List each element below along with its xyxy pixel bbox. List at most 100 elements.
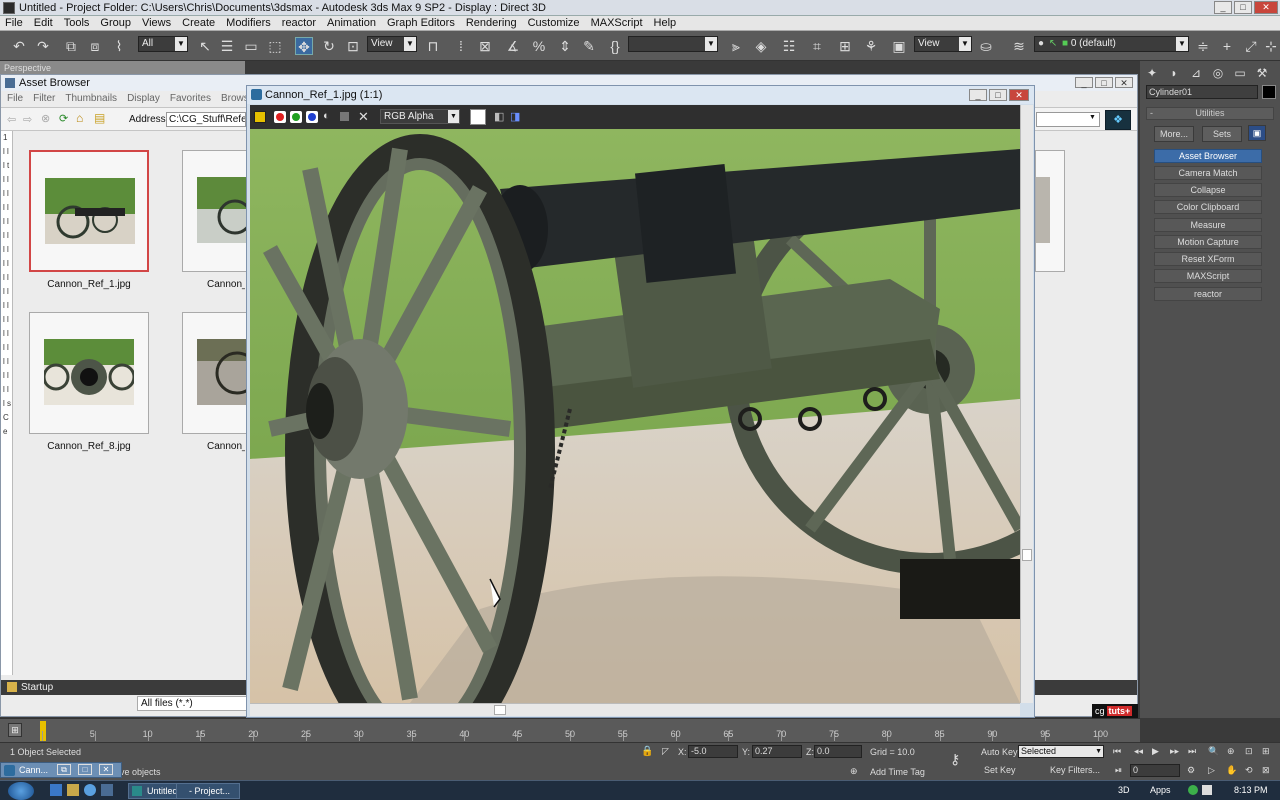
scale-icon[interactable]: ⊡	[344, 37, 362, 55]
undo-icon[interactable]: ↶	[10, 37, 28, 55]
mirror-icon[interactable]: ⫸	[727, 37, 745, 55]
create-layer-icon[interactable]: +	[1218, 37, 1236, 55]
time-slider-handle[interactable]	[40, 721, 46, 741]
display-options-icon[interactable]: ◧	[494, 110, 504, 123]
asset-close-button[interactable]: ✕	[1115, 77, 1133, 88]
file-type-filter[interactable]: All files (*.*)	[137, 696, 247, 711]
thumbnail-cannon-ref-1[interactable]	[29, 150, 149, 272]
stop-icon[interactable]: ⊗	[41, 112, 50, 125]
alpha-channel-icon[interactable]: ◐	[323, 110, 330, 122]
asset-menu-file[interactable]: File	[7, 93, 23, 104]
red-channel-button[interactable]	[274, 111, 286, 123]
object-name-field[interactable]: Cylinder01	[1146, 85, 1258, 99]
select-object-icon[interactable]: ↖	[196, 37, 214, 55]
save-image-icon[interactable]	[254, 111, 266, 123]
y-coordinate-field[interactable]: 0.27	[752, 745, 802, 758]
menu-maxscript[interactable]: MAXScript	[591, 17, 643, 29]
sets-button[interactable]: Sets	[1202, 126, 1242, 142]
menu-customize[interactable]: Customize	[528, 17, 580, 29]
reset-xform-button[interactable]: Reset XForm	[1154, 252, 1262, 266]
quick-render-icon[interactable]: ⛀	[977, 37, 995, 55]
mono-icon[interactable]	[340, 112, 349, 121]
horizontal-scrollbar[interactable]	[250, 703, 1020, 716]
previous-frame-icon[interactable]: ◂◂	[1134, 746, 1143, 757]
asset-minimize-button[interactable]: _	[1075, 77, 1093, 88]
rotate-icon[interactable]: ↻	[320, 37, 338, 55]
menu-edit[interactable]: Edit	[34, 17, 53, 29]
more-button[interactable]: More...	[1154, 126, 1194, 142]
viewport-label[interactable]: Perspective	[0, 61, 245, 75]
zoom-extents-all-icon[interactable]: ⊞	[1262, 746, 1270, 757]
clear-icon[interactable]: ✕	[358, 109, 369, 125]
app-icon[interactable]	[3, 1, 15, 14]
asset-maximize-button[interactable]: □	[1095, 77, 1113, 88]
named-selection-icon[interactable]: {}	[606, 37, 624, 55]
maximize-viewport-icon[interactable]: ⊠	[1262, 765, 1270, 776]
add-layer-icon[interactable]: ≑	[1194, 37, 1212, 55]
time-tag-icon[interactable]: ⊕	[850, 766, 858, 777]
thumbnail-cannon-v[interactable]	[182, 312, 247, 434]
asset-menu-thumbnails[interactable]: Thumbnails	[65, 93, 117, 104]
camera-match-button[interactable]: Camera Match	[1154, 166, 1262, 180]
color-clipboard-button[interactable]: Color Clipboard	[1154, 200, 1262, 214]
asset-browser-utility-button[interactable]: Asset Browser	[1154, 149, 1262, 163]
thumbnail-cannon-ref-2[interactable]	[182, 150, 247, 272]
green-channel-button[interactable]	[290, 111, 302, 123]
x-coordinate-field[interactable]: -5.0	[688, 745, 738, 758]
select-by-name-icon[interactable]: ☰	[218, 37, 236, 55]
explorer-icon[interactable]	[67, 784, 79, 796]
render-area-dropdown[interactable]: View ▼	[914, 36, 972, 52]
asset-menu-display[interactable]: Display	[127, 93, 160, 104]
object-color-swatch[interactable]	[1262, 85, 1276, 99]
selection-filter-dropdown[interactable]: All ▼	[138, 36, 188, 52]
tray-3d-label[interactable]: 3D	[1118, 785, 1130, 795]
tray-apps-label[interactable]: Apps	[1150, 785, 1171, 795]
show-desktop-icon[interactable]	[50, 784, 62, 796]
snap-toggle-icon[interactable]: ⊠	[476, 37, 494, 55]
add-time-tag-button[interactable]: Add Time Tag	[870, 767, 925, 777]
scroll-thumb[interactable]	[494, 705, 506, 715]
move-to-layer-icon[interactable]: ⤢	[1242, 37, 1260, 55]
restore-icon[interactable]: ⧉	[57, 764, 71, 775]
reactor-button[interactable]: reactor	[1154, 287, 1262, 301]
asset-menu-filter[interactable]: Filter	[33, 93, 55, 104]
media-icon[interactable]	[101, 784, 113, 796]
curve-editor-icon[interactable]: ⌗	[808, 37, 826, 55]
edit-named-selections-icon[interactable]: ✎	[580, 37, 598, 55]
zoom-icon[interactable]: 🔍	[1208, 746, 1219, 757]
minimized-window[interactable]: Cann... ⧉ □ ✕	[0, 762, 122, 778]
spinner-snap-icon[interactable]: ⇕	[556, 37, 574, 55]
maxscript-button[interactable]: MAXScript	[1154, 269, 1262, 283]
viewer-close-button[interactable]: ✕	[1009, 89, 1029, 101]
time-config-icon[interactable]: ⚙	[1187, 765, 1195, 776]
volume-icon[interactable]	[1202, 785, 1212, 795]
menu-animation[interactable]: Animation	[327, 17, 376, 29]
mini-curve-editor-icon[interactable]: ⊞	[8, 723, 22, 737]
orbit-icon[interactable]: ⟲	[1245, 765, 1253, 776]
key-mode-toggle-icon[interactable]: ⏯	[1115, 765, 1122, 776]
close-icon[interactable]: ✕	[99, 764, 113, 775]
key-icon[interactable]: ⚷	[950, 751, 960, 768]
link-icon[interactable]: ⧉	[62, 37, 80, 55]
back-icon[interactable]: ⇦	[7, 113, 16, 126]
maximize-button[interactable]: □	[1234, 1, 1252, 14]
menu-group[interactable]: Group	[100, 17, 131, 29]
folder-up-icon[interactable]: ▤	[94, 111, 105, 125]
go-to-end-icon[interactable]: ⏭	[1188, 746, 1196, 757]
menu-tools[interactable]: Tools	[64, 17, 90, 29]
current-frame-field[interactable]: 0	[1130, 764, 1180, 777]
menu-rendering[interactable]: Rendering	[466, 17, 517, 29]
scroll-thumb[interactable]	[1022, 549, 1032, 561]
align-icon[interactable]: ◈	[752, 37, 770, 55]
menu-file[interactable]: File	[5, 17, 23, 29]
motion-tab-icon[interactable]: ◎	[1210, 65, 1226, 81]
schematic-view-icon[interactable]: ⊞	[836, 37, 854, 55]
rect-region-icon[interactable]: ▭	[242, 37, 260, 55]
percent-snap-icon[interactable]: %	[530, 37, 548, 55]
key-mode-dropdown[interactable]: Selected ▼	[1018, 745, 1104, 758]
named-selection-dropdown[interactable]: ▼	[628, 36, 718, 52]
menu-help[interactable]: Help	[654, 17, 677, 29]
measure-button[interactable]: Measure	[1154, 218, 1262, 232]
utilities-tab-icon[interactable]: ⚒	[1254, 65, 1270, 81]
redo-icon[interactable]: ↷	[34, 37, 52, 55]
